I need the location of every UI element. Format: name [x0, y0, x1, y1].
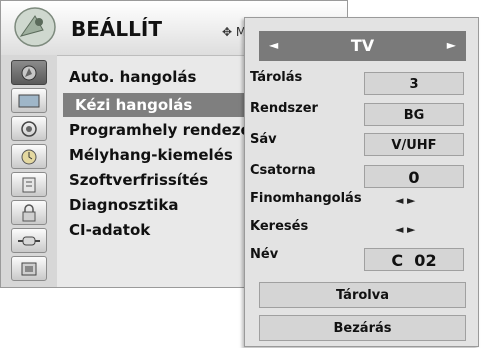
usb-icon[interactable]: [11, 256, 47, 281]
channel-label: Csatorna: [250, 163, 316, 178]
storage-label: Tárolás: [250, 70, 303, 85]
time-icon[interactable]: [11, 144, 47, 169]
arrow-right-icon[interactable]: ►: [447, 38, 456, 52]
manual-tuning-popup: ◄ TV ► Tárolás 3 Rendszer BG Sáv V/UHF C…: [244, 17, 479, 347]
option-icon[interactable]: [11, 172, 47, 197]
system-value[interactable]: BG: [364, 103, 464, 126]
source-selector[interactable]: ◄ TV ►: [259, 31, 466, 61]
name-label: Név: [250, 247, 279, 262]
fine-tuning-label: Finomhangolás: [250, 191, 362, 206]
system-label: Rendszer: [250, 101, 318, 116]
satellite-dish-icon: [14, 7, 56, 47]
fine-tuning-arrows[interactable]: ◄ ►: [395, 194, 415, 207]
channel-value[interactable]: 0: [364, 165, 464, 188]
storage-value[interactable]: 3: [364, 72, 464, 95]
search-label: Keresés: [250, 219, 309, 234]
audio-icon[interactable]: [11, 116, 47, 141]
category-icon-column: [1, 55, 57, 287]
lock-icon[interactable]: [11, 200, 47, 225]
menu-item-manual-tuning[interactable]: Kézi hangolás: [63, 93, 253, 117]
band-value[interactable]: V/UHF: [364, 133, 464, 156]
search-arrows[interactable]: ◄ ►: [395, 223, 415, 236]
move-hint: ✥ M: [222, 25, 246, 39]
band-label: Sáv: [250, 132, 277, 147]
stored-button[interactable]: Tárolva: [259, 282, 466, 308]
source-label: TV: [350, 36, 375, 55]
menu-title: BEÁLLÍT: [71, 17, 162, 41]
move-arrows-icon: ✥: [222, 25, 233, 39]
name-value[interactable]: C 02: [364, 248, 464, 271]
input-icon[interactable]: [11, 228, 47, 253]
close-button[interactable]: Bezárás: [259, 315, 466, 341]
picture-icon[interactable]: [11, 88, 47, 113]
antenna-icon[interactable]: [11, 60, 47, 85]
